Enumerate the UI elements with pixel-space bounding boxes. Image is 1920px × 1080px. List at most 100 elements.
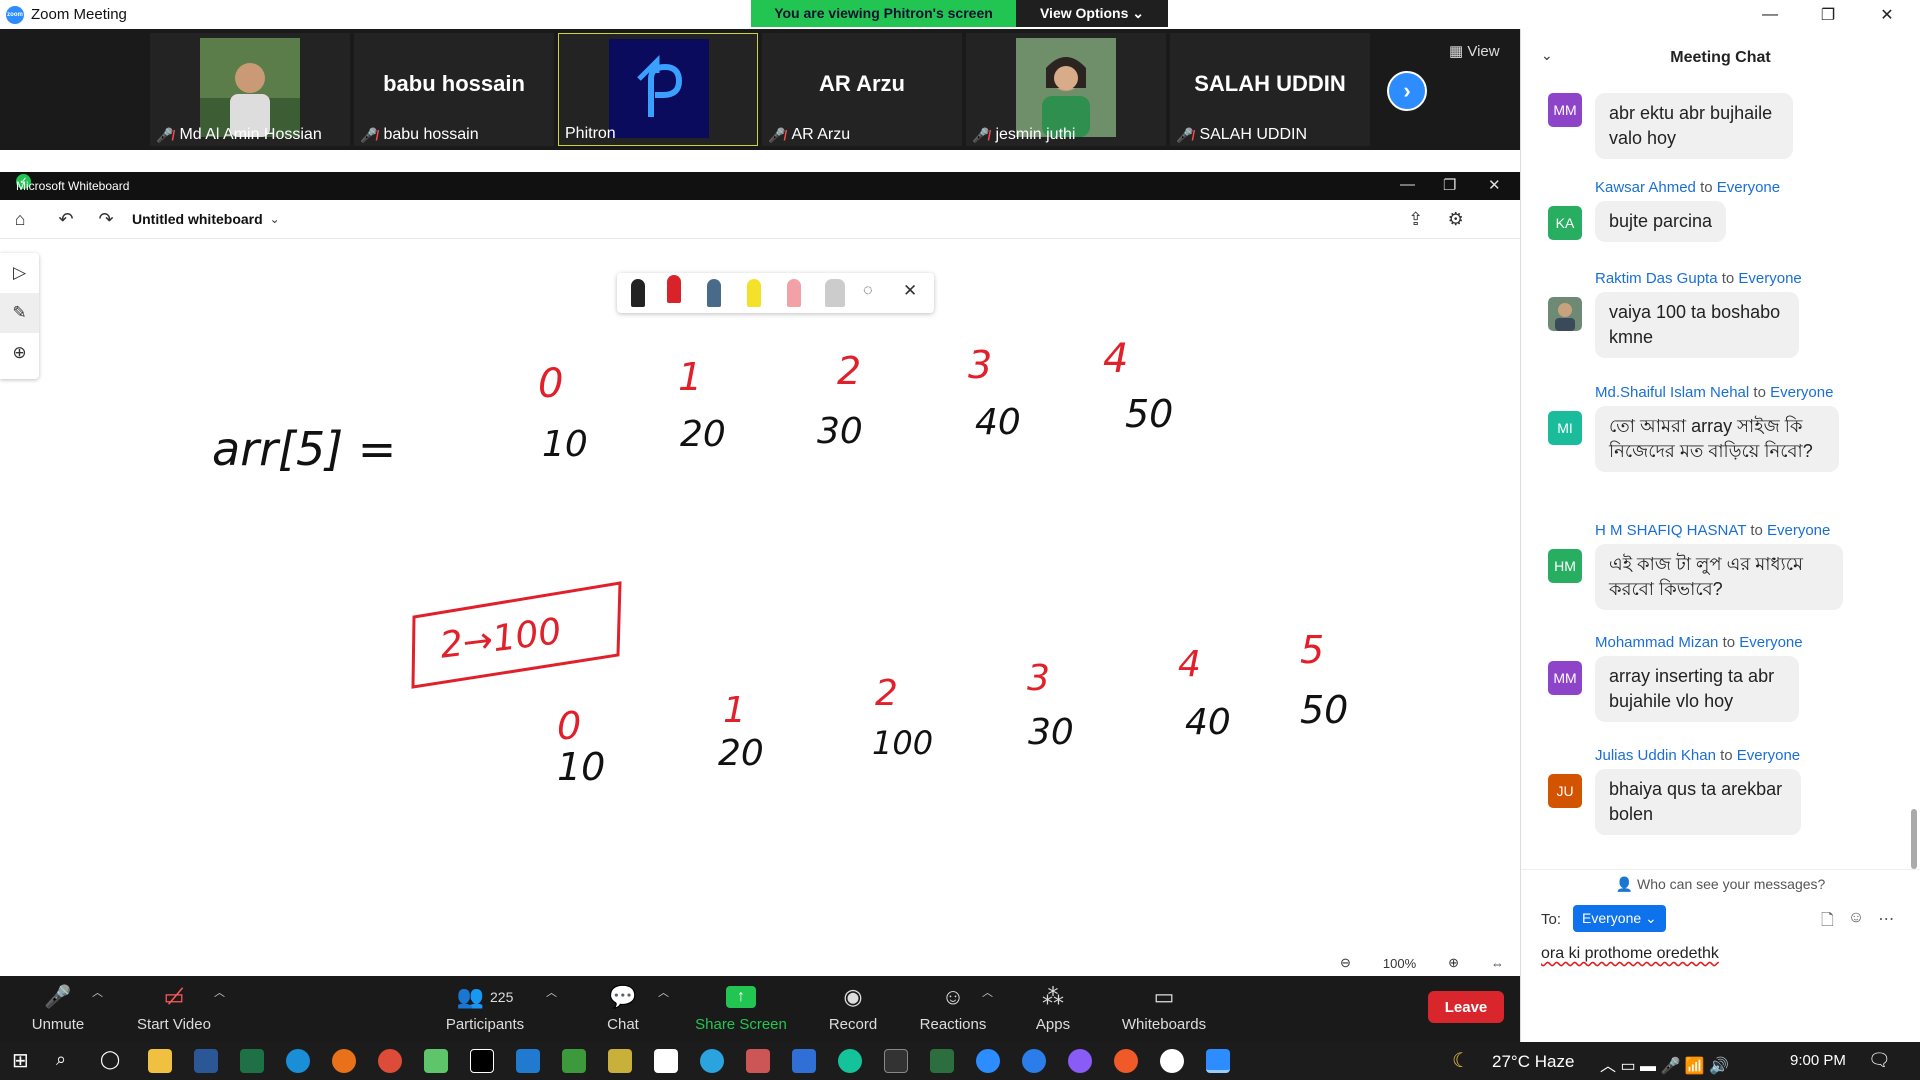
who-can-see-link[interactable]: 👤 Who can see your messages? bbox=[1521, 869, 1920, 901]
maximize-icon[interactable]: ❐ bbox=[1799, 0, 1857, 29]
word-icon[interactable] bbox=[194, 1049, 218, 1073]
participant-tile-active[interactable]: Phitron bbox=[558, 33, 758, 146]
chevron-down-icon[interactable]: ⌄ bbox=[263, 212, 287, 226]
message-sender[interactable]: H M SHAFIQ HASNAT to Everyone bbox=[1595, 522, 1830, 539]
app-icon[interactable] bbox=[746, 1049, 770, 1073]
participant-tile[interactable]: 🎤̸ Md Al Amin Hossian bbox=[150, 33, 350, 146]
close-icon[interactable]: ✕ bbox=[1858, 0, 1916, 29]
notion-icon[interactable] bbox=[654, 1049, 678, 1073]
close-tray-icon[interactable]: ✕ bbox=[903, 281, 917, 301]
whiteboard-canvas[interactable]: arr[5] = 0 1 2 3 4 10 20 30 40 50 2→100 … bbox=[0, 239, 1520, 976]
message-sender[interactable]: Mohammad Mizan to Everyone bbox=[1595, 634, 1803, 651]
caret-up-icon[interactable]: ︿ bbox=[92, 984, 103, 1000]
unmute-button[interactable]: 🎤 Unmute bbox=[20, 982, 96, 1033]
teamviewer-icon[interactable] bbox=[976, 1049, 1000, 1073]
notifications-icon[interactable]: 🗨 bbox=[1868, 1050, 1891, 1071]
record-button[interactable]: ◉ Record bbox=[822, 982, 884, 1033]
who-can-see-text: Who can see your messages? bbox=[1637, 876, 1826, 892]
message-sender[interactable]: Julias Uddin Khan to Everyone bbox=[1595, 747, 1800, 764]
participant-display-name: SALAH UDDIN bbox=[1194, 71, 1346, 96]
leave-button[interactable]: Leave bbox=[1428, 991, 1504, 1023]
zoom-in-icon[interactable]: ⊕ bbox=[1448, 955, 1459, 971]
board-name[interactable]: Untitled whiteboard bbox=[132, 211, 263, 227]
reactions-button[interactable]: ☺ Reactions bbox=[918, 982, 988, 1033]
app-icon[interactable] bbox=[424, 1049, 448, 1073]
participant-tile[interactable]: 🎤̸ jesmin juthi bbox=[966, 33, 1166, 146]
message-sender[interactable]: Raktim Das Gupta to Everyone bbox=[1595, 270, 1802, 287]
apps-button[interactable]: ⁂ Apps bbox=[1030, 982, 1076, 1033]
caret-up-icon[interactable]: ︿ bbox=[658, 984, 669, 1000]
select-pointer-icon[interactable]: ▷ bbox=[0, 253, 39, 293]
view-button[interactable]: ▦ View bbox=[1449, 42, 1500, 60]
whiteboards-button[interactable]: ▭ Whiteboards bbox=[1118, 982, 1210, 1033]
emoji-icon[interactable]: ☺ bbox=[1848, 909, 1864, 936]
caret-up-icon[interactable]: ︿ bbox=[546, 984, 557, 1000]
share-screen-button[interactable]: ↑ Share Screen bbox=[693, 982, 789, 1033]
participant-tile[interactable]: AR Arzu 🎤̸ AR Arzu bbox=[762, 33, 962, 146]
app-icon[interactable] bbox=[1160, 1049, 1184, 1073]
avatar bbox=[1548, 297, 1582, 331]
participant-tile[interactable]: SALAH UDDIN 🎤̸ SALAH UDDIN bbox=[1170, 33, 1370, 146]
zoom-taskbar-icon[interactable] bbox=[1206, 1049, 1230, 1073]
participants-button[interactable]: 👥 225 Participants bbox=[440, 982, 530, 1033]
eraser-icon[interactable] bbox=[787, 279, 801, 307]
wb-minimize-icon[interactable]: — bbox=[1400, 176, 1415, 193]
hw-value: 10 bbox=[557, 745, 605, 789]
cortana-icon[interactable]: ◯ bbox=[100, 1049, 120, 1070]
vscode-icon[interactable] bbox=[516, 1049, 540, 1073]
next-page-arrow-icon[interactable]: › bbox=[1387, 71, 1427, 111]
home-icon[interactable]: ⌂ bbox=[0, 209, 40, 230]
share-icon[interactable]: ⇪ bbox=[1396, 209, 1436, 230]
black-pen-icon[interactable] bbox=[631, 279, 645, 307]
file-icon[interactable]: 🗋 bbox=[1821, 909, 1834, 936]
excel-icon[interactable] bbox=[240, 1049, 264, 1073]
message-sender[interactable]: Md.Shaiful Islam Nehal to Everyone bbox=[1595, 384, 1833, 401]
firefox-icon[interactable] bbox=[332, 1049, 356, 1073]
wb-restore-icon[interactable]: ❐ bbox=[1443, 176, 1456, 194]
ruler-icon[interactable] bbox=[825, 279, 845, 307]
caret-up-icon[interactable]: ︿ bbox=[214, 984, 225, 1000]
system-tray-icons[interactable]: ︿ ▭ ▬ 🎤 📶 🔊 bbox=[1600, 1052, 1729, 1076]
message-sender[interactable]: Kawsar Ahmed to Everyone bbox=[1595, 179, 1780, 196]
settings-gear-icon[interactable]: ⚙ bbox=[1436, 209, 1476, 230]
wb-close-icon[interactable]: ✕ bbox=[1488, 176, 1501, 194]
node-icon[interactable] bbox=[562, 1049, 586, 1073]
chat-input[interactable]: ora ki prothome oredethk bbox=[1541, 945, 1719, 963]
windows-start-icon[interactable]: ⊞ bbox=[12, 1048, 29, 1073]
calendar-icon[interactable] bbox=[792, 1049, 816, 1073]
terminal-icon[interactable] bbox=[884, 1049, 908, 1073]
app-icon[interactable] bbox=[930, 1049, 954, 1073]
more-icon[interactable]: ⋯ bbox=[1878, 909, 1894, 936]
chat-button[interactable]: 💬 Chat bbox=[598, 982, 648, 1033]
redo-icon[interactable]: ↷ bbox=[86, 209, 126, 230]
recipient-dropdown[interactable]: Everyone ⌄ bbox=[1573, 905, 1666, 932]
search-icon[interactable]: ⌕ bbox=[56, 1049, 66, 1070]
participant-tile[interactable]: babu hossain 🎤̸ babu hossain bbox=[354, 33, 554, 146]
chat-scrollbar[interactable] bbox=[1911, 809, 1917, 869]
red-pen-icon[interactable] bbox=[667, 275, 681, 303]
grammarly-icon[interactable] bbox=[838, 1049, 862, 1073]
maps-icon[interactable] bbox=[1022, 1049, 1046, 1073]
blue-pen-icon[interactable] bbox=[707, 279, 721, 307]
minimize-icon[interactable]: — bbox=[1741, 0, 1799, 29]
view-options-button[interactable]: View Options ⌄ bbox=[1016, 0, 1168, 27]
messenger-icon[interactable] bbox=[1068, 1049, 1092, 1073]
zoom-out-icon[interactable]: ⊖ bbox=[1340, 955, 1351, 971]
clock[interactable]: 9:00 PM bbox=[1790, 1052, 1846, 1069]
git-icon[interactable] bbox=[608, 1049, 632, 1073]
app-icon[interactable] bbox=[1114, 1049, 1138, 1073]
weather-text[interactable]: 27°C Haze bbox=[1492, 1052, 1574, 1072]
fit-screen-icon[interactable]: ⇔ bbox=[1491, 956, 1504, 971]
chrome-icon[interactable] bbox=[378, 1049, 402, 1073]
caret-up-icon[interactable]: ︿ bbox=[982, 984, 993, 1000]
start-video-button[interactable]: ▭̸ Start Video bbox=[126, 982, 222, 1033]
file-explorer-icon[interactable] bbox=[148, 1049, 172, 1073]
telegram-icon[interactable] bbox=[700, 1049, 724, 1073]
pycharm-icon[interactable] bbox=[470, 1049, 494, 1073]
edge-icon[interactable] bbox=[286, 1049, 310, 1073]
pen-icon[interactable]: ✎ bbox=[0, 293, 39, 333]
add-circle-icon[interactable]: ⊕ bbox=[0, 333, 39, 373]
lasso-icon[interactable]: ◌ bbox=[863, 282, 873, 300]
highlighter-icon[interactable] bbox=[747, 279, 761, 307]
undo-icon[interactable]: ↶ bbox=[46, 209, 86, 230]
